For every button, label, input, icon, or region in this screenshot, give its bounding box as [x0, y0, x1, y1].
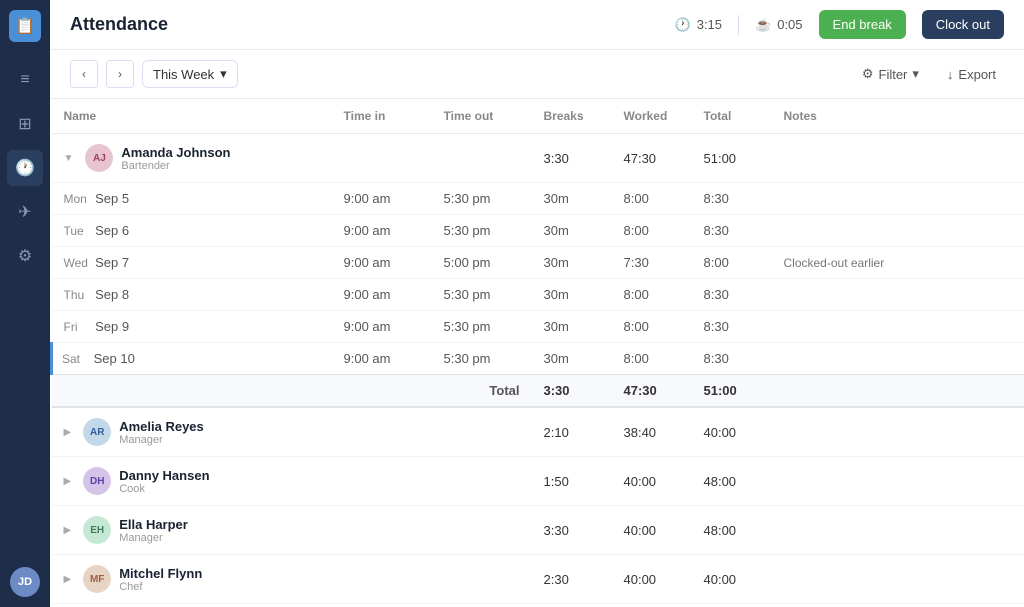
employee-role: Chef [119, 581, 202, 593]
employee-name: Ella Harper [119, 517, 188, 532]
toolbar: ‹ › This Week ▾ ⚙ Filter ▾ ↓ Export [50, 50, 1024, 99]
day-row-wed: Wed Sep 7 9:00 am 5:00 pm 30m 7:30 8:00 … [52, 247, 1024, 279]
attendance-table: Name Time in Time out Breaks Worked Tota… [50, 99, 1024, 607]
page-title: Attendance [70, 14, 659, 35]
header-divider [738, 15, 739, 35]
employee-name: Amanda Johnson [121, 145, 230, 160]
col-time-out: Time out [432, 99, 532, 134]
work-timer: 🕐 3:15 [675, 17, 723, 33]
timer-icon: 🕐 [675, 17, 691, 33]
employee-row-samanta[interactable]: ▶ SA Samanta Atherton Sous-Chef 4:15 40:… [52, 604, 1024, 607]
employee-row-mitchel[interactable]: ▶ MF Mitchel Flynn Chef 2:30 40:00 40:00 [52, 555, 1024, 604]
day-row-thu: Thu Sep 8 9:00 am 5:30 pm 30m 8:00 8:30 [52, 279, 1024, 311]
employee-role: Manager [119, 434, 204, 446]
total-total: 51:00 [692, 375, 772, 408]
employee-name: Amelia Reyes [119, 419, 204, 434]
week-selector[interactable]: This Week ▾ [142, 60, 238, 88]
employee-row-ella[interactable]: ▶ EH Ella Harper Manager 3:30 40:00 48:0… [52, 506, 1024, 555]
header: Attendance 🕐 3:15 ☕ 0:05 End break Clock… [50, 0, 1024, 50]
expand-icon-amelia[interactable]: ▶ [64, 427, 72, 438]
clock-out-button[interactable]: Clock out [922, 10, 1004, 39]
sidebar-item-settings[interactable]: ⚙ [7, 238, 43, 274]
employee-name: Danny Hansen [119, 468, 209, 483]
export-icon: ↓ [947, 67, 954, 82]
day-row-fri: Fri Sep 9 9:00 am 5:30 pm 30m 8:00 8:30 [52, 311, 1024, 343]
avatar-danny: DH [83, 467, 111, 495]
day-row-mon: Mon Sep 5 9:00 am 5:30 pm 30m 8:00 8:30 [52, 183, 1024, 215]
employee-role: Cook [119, 483, 209, 495]
chevron-down-icon: ▾ [220, 66, 227, 82]
employee-name: Mitchel Flynn [119, 566, 202, 581]
col-breaks: Breaks [532, 99, 612, 134]
employee-row-amelia[interactable]: ▶ AR Amelia Reyes Manager 2:10 38:40 40:… [52, 407, 1024, 457]
employee-row-danny[interactable]: ▶ DH Danny Hansen Cook 1:50 40:00 48:00 [52, 457, 1024, 506]
clock-icon: 🕐 [15, 158, 35, 178]
end-break-button[interactable]: End break [819, 10, 906, 39]
sidebar-item-menu[interactable]: ≡ [7, 62, 43, 98]
employee-role: Bartender [121, 160, 230, 172]
break-timer: ☕ 0:05 [755, 17, 803, 33]
total-label: Total [432, 375, 532, 408]
prev-week-button[interactable]: ‹ [70, 60, 98, 88]
emp-breaks: 3:30 [532, 134, 612, 183]
timer-value: 3:15 [697, 17, 722, 32]
employee-row-amanda[interactable]: ▼ AJ Amanda Johnson Bartender 3:30 47:30… [52, 134, 1024, 183]
filter-chevron-icon: ▾ [912, 66, 919, 82]
break-value: 0:05 [777, 17, 802, 32]
col-name: Name [52, 99, 332, 134]
app-logo[interactable]: 📋 [9, 10, 41, 42]
home-icon: ⊞ [18, 114, 31, 134]
avatar-amanda: AJ [85, 144, 113, 172]
employee-role: Manager [119, 532, 188, 544]
table-header-row: Name Time in Time out Breaks Worked Tota… [52, 99, 1024, 134]
expand-icon-ella[interactable]: ▶ [64, 525, 72, 536]
export-button[interactable]: ↓ Export [939, 62, 1004, 87]
week-label: This Week [153, 67, 214, 82]
total-breaks: 3:30 [532, 375, 612, 408]
col-worked: Worked [612, 99, 692, 134]
sidebar-item-home[interactable]: ⊞ [7, 106, 43, 142]
collapse-icon[interactable]: ▼ [64, 153, 74, 164]
avatar-ella: EH [83, 516, 111, 544]
col-total: Total [692, 99, 772, 134]
avatar-mitchel: MF [83, 565, 111, 593]
filter-icon: ⚙ [862, 66, 874, 82]
sidebar: 📋 ≡ ⊞ 🕐 ✈ ⚙ JD [0, 0, 50, 607]
break-icon: ☕ [755, 17, 771, 33]
expand-icon-danny[interactable]: ▶ [64, 476, 72, 487]
avatar-amelia: AR [83, 418, 111, 446]
sidebar-item-clock[interactable]: 🕐 [7, 150, 43, 186]
main-content: Attendance 🕐 3:15 ☕ 0:05 End break Clock… [50, 0, 1024, 607]
amanda-total-row: Total 3:30 47:30 51:00 [52, 375, 1024, 408]
day-row-tue: Tue Sep 6 9:00 am 5:30 pm 30m 8:00 8:30 [52, 215, 1024, 247]
filter-button[interactable]: ⚙ Filter ▾ [854, 61, 927, 87]
logo-icon: 📋 [15, 16, 35, 36]
user-avatar[interactable]: JD [10, 567, 40, 597]
plane-icon: ✈ [18, 202, 31, 222]
gear-icon: ⚙ [18, 246, 32, 266]
toolbar-actions: ⚙ Filter ▾ ↓ Export [854, 61, 1004, 87]
emp-total: 51:00 [692, 134, 772, 183]
day-row-sat: Sat Sep 10 9:00 am 5:30 pm 30m 8:00 8:30 [52, 343, 1024, 375]
expand-icon-mitchel[interactable]: ▶ [64, 574, 72, 585]
col-time-in: Time in [332, 99, 432, 134]
next-week-button[interactable]: › [106, 60, 134, 88]
attendance-table-container: Name Time in Time out Breaks Worked Tota… [50, 99, 1024, 607]
total-worked: 47:30 [612, 375, 692, 408]
col-notes: Notes [772, 99, 1024, 134]
emp-worked: 47:30 [612, 134, 692, 183]
menu-icon: ≡ [20, 71, 29, 89]
sidebar-item-travel[interactable]: ✈ [7, 194, 43, 230]
